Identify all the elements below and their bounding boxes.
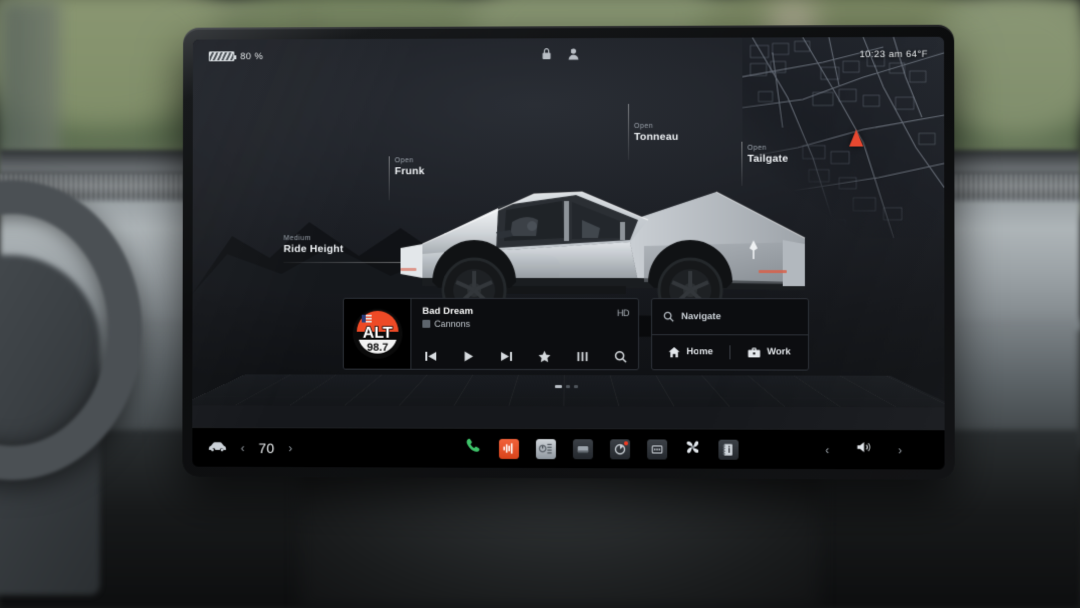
navigation-arrow-icon: [849, 129, 864, 147]
tonneau-leader-line: [628, 103, 630, 160]
alt-987-logo-icon: ALT 98.7: [352, 308, 402, 359]
svg-text:ALT: ALT: [362, 325, 392, 342]
battery-status[interactable]: 80 %: [208, 50, 264, 62]
page-dot-active[interactable]: [554, 385, 562, 389]
favorite-button[interactable]: [538, 350, 551, 363]
previous-track-button[interactable]: [424, 350, 438, 363]
navigate-search-input[interactable]: Navigate: [652, 299, 808, 335]
center-console: [300, 470, 820, 608]
time-temperature-label: 10:23 am 64°F: [859, 48, 928, 60]
temp-increase-button[interactable]: ›: [288, 441, 292, 455]
track-title: Bad Dream: [422, 305, 474, 317]
media-app-icon[interactable]: [498, 438, 519, 459]
navigation-card[interactable]: Navigate Home Work: [651, 298, 810, 371]
temperature-control[interactable]: ‹ 70 ›: [241, 440, 293, 456]
more-apps-icon[interactable]: [646, 438, 667, 460]
ride-height-control[interactable]: Medium Ride Height: [284, 234, 344, 256]
ride-height-leader-line: [283, 261, 403, 263]
vehicle-visualizer[interactable]: 80 % 10:23 am 64°F Open Frunk Open Tonne…: [192, 36, 945, 408]
app-launcher: [410, 437, 793, 460]
page-dot[interactable]: [573, 385, 578, 389]
media-controls: [422, 350, 629, 365]
page-dot[interactable]: [565, 385, 570, 389]
climate-fan-icon[interactable]: [684, 438, 701, 460]
tailgate-label: Tailgate: [747, 152, 789, 165]
tonneau-label: Tonneau: [634, 130, 679, 144]
status-bar: 80 % 10:23 am 64°F: [193, 37, 944, 74]
frunk-label: Frunk: [394, 165, 425, 178]
home-label: Home: [686, 346, 714, 358]
work-label: Work: [766, 346, 791, 358]
artist-label: Cannons: [434, 318, 471, 329]
battery-percent-label: 80 %: [240, 50, 264, 62]
temp-decrease-button[interactable]: ‹: [241, 441, 245, 455]
volume-control[interactable]: ‹ ›: [793, 440, 945, 460]
home-icon: [668, 346, 680, 358]
battery-icon: [208, 51, 235, 62]
equalizer-button[interactable]: [576, 350, 589, 363]
center-touchscreen-bezel: 80 % 10:23 am 64°F Open Frunk Open Tonne…: [182, 24, 955, 480]
dashcam-app-icon[interactable]: [609, 438, 630, 459]
phone-icon[interactable]: [465, 437, 482, 459]
ground-grid: [192, 373, 945, 408]
info-app-icon[interactable]: [717, 439, 739, 460]
navigation-shortcuts: Home Work: [652, 335, 808, 370]
search-media-button[interactable]: [614, 350, 627, 363]
bottom-cards: ALT 98.7 Bad Dream Cannons HD Navigate H…: [192, 297, 944, 377]
nav-shortcut-home[interactable]: Home: [652, 346, 729, 358]
next-track-button[interactable]: [500, 350, 513, 363]
source-chip-icon: [422, 319, 431, 328]
hd-radio-badge: HD: [617, 308, 630, 319]
nav-shortcut-work[interactable]: Work: [730, 346, 808, 358]
play-button[interactable]: [462, 350, 475, 363]
profile-icon[interactable]: [568, 47, 579, 63]
search-icon: [663, 311, 674, 322]
taskbar: ‹ 70 › ‹ ›: [192, 426, 945, 470]
temperature-value: 70: [258, 439, 275, 456]
briefcase-icon: [748, 347, 761, 358]
tailgate-leader-line: [741, 141, 743, 186]
frunk-control[interactable]: Open Frunk: [395, 156, 425, 178]
svg-text:98.7: 98.7: [366, 342, 387, 354]
center-touchscreen[interactable]: 80 % 10:23 am 64°F Open Frunk Open Tonne…: [192, 36, 945, 470]
media-player-card[interactable]: ALT 98.7 Bad Dream Cannons HD: [342, 297, 640, 371]
navigate-placeholder: Navigate: [681, 310, 722, 322]
car-icon[interactable]: [208, 438, 227, 456]
station-logo[interactable]: ALT 98.7: [343, 298, 412, 369]
volume-up-button[interactable]: ›: [898, 443, 902, 457]
tonneau-state-label: Open: [634, 122, 654, 130]
lock-icon[interactable]: [541, 47, 552, 63]
tonneau-control[interactable]: Open Tonneau: [634, 122, 678, 144]
controls-app-icon[interactable]: [535, 438, 556, 459]
tailgate-state-label: Open: [747, 144, 767, 152]
volume-down-button[interactable]: ‹: [825, 443, 829, 457]
speaker-icon[interactable]: [856, 440, 872, 459]
track-artist: Cannons: [422, 319, 629, 329]
recording-indicator: [623, 440, 628, 445]
frunk-state-label: Open: [394, 157, 414, 165]
tailgate-control[interactable]: Open Tailgate: [747, 144, 788, 166]
ride-height-state-label: Medium: [283, 235, 312, 243]
display-app-icon[interactable]: [572, 438, 593, 459]
ride-height-label: Ride Height: [283, 243, 344, 256]
